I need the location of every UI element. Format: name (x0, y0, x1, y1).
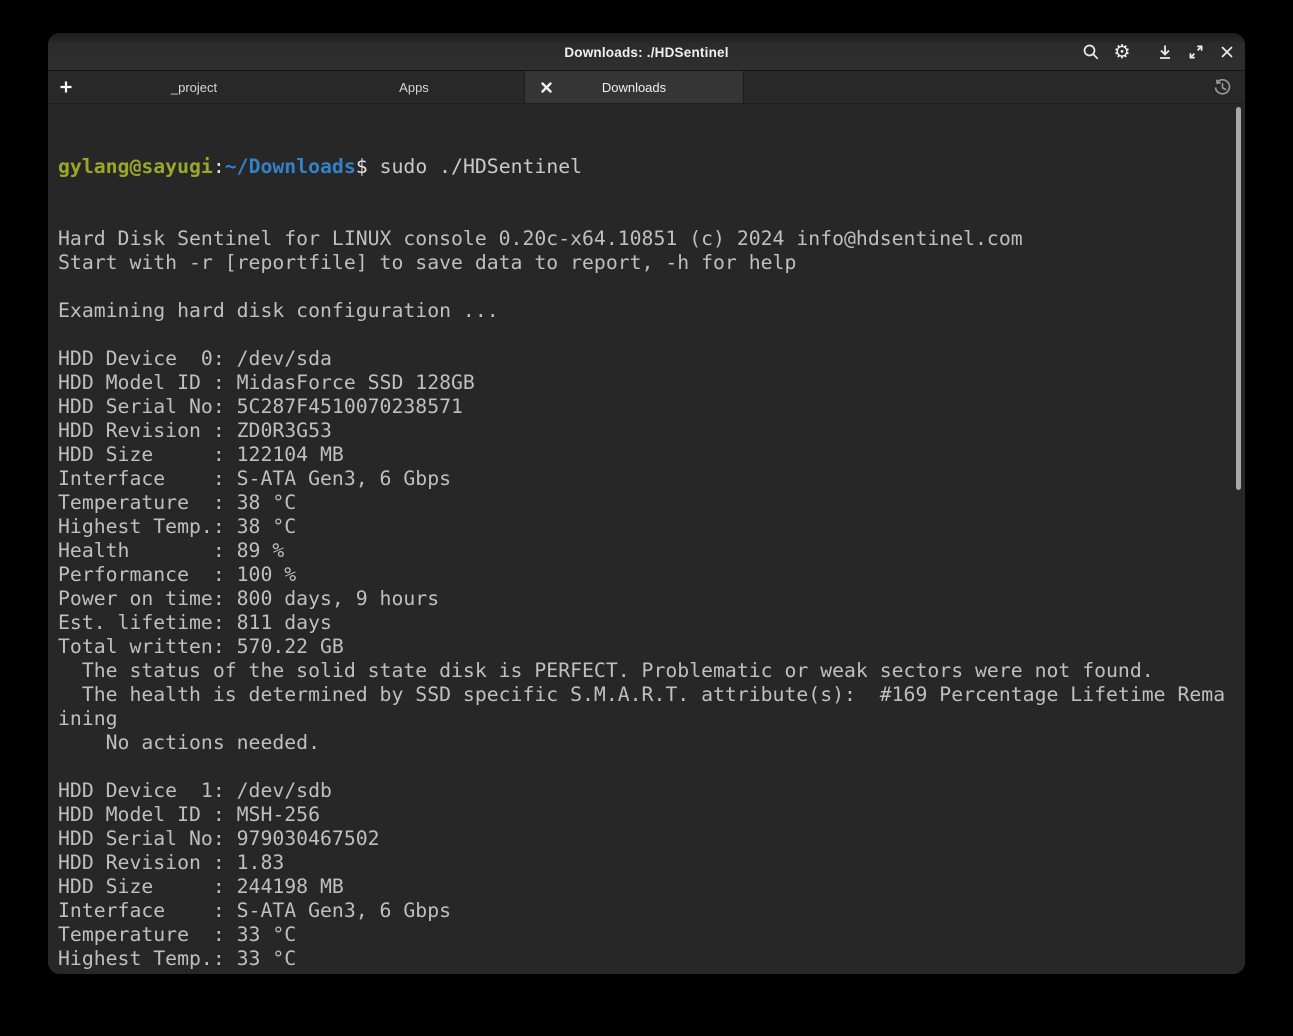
terminal-line (58, 275, 1245, 299)
terminal-line: Interface : S-ATA Gen3, 6 Gbps (58, 467, 1245, 491)
tab-project[interactable]: _project (84, 71, 304, 103)
plus-icon (58, 79, 74, 95)
terminal-line: No actions needed. (58, 731, 1245, 755)
tab-label: Apps (399, 80, 429, 95)
terminal-line: HDD Size : 244198 MB (58, 875, 1245, 899)
gear-icon[interactable]: ⚙ (1113, 43, 1131, 61)
prompt-symbol: $ (356, 155, 368, 178)
close-icon[interactable] (1218, 43, 1236, 61)
prompt-path: ~/Downloads (225, 155, 356, 178)
tab-apps[interactable]: Apps (304, 71, 524, 103)
tab-label: Downloads (602, 80, 666, 95)
tabbar: _project Apps Downloads (48, 71, 1245, 104)
terminal-output: Hard Disk Sentinel for LINUX console 0.2… (58, 227, 1245, 974)
terminal-line: Temperature : 38 °C (58, 491, 1245, 515)
terminal-line: HDD Size : 122104 MB (58, 443, 1245, 467)
tab-downloads[interactable]: Downloads (524, 71, 744, 103)
terminal-line: HDD Model ID : MSH-256 (58, 803, 1245, 827)
new-tab-button[interactable] (48, 71, 84, 103)
terminal-line: HDD Device 0: /dev/sda (58, 347, 1245, 371)
terminal-line: Examining hard disk configuration ... (58, 299, 1245, 323)
prompt-line: gylang@sayugi:~/Downloads$ sudo ./HDSent… (58, 155, 1245, 179)
terminal-line (58, 323, 1245, 347)
terminal[interactable]: gylang@sayugi:~/Downloads$ sudo ./HDSent… (48, 104, 1245, 974)
search-icon[interactable] (1082, 43, 1100, 61)
expand-icon[interactable] (1187, 43, 1205, 61)
terminal-line: Health : 89 % (58, 539, 1245, 563)
prompt-user-host: gylang@sayugi (58, 155, 213, 178)
scrollbar-thumb[interactable] (1236, 107, 1241, 490)
tab-label: _project (171, 80, 217, 95)
terminal-line (58, 755, 1245, 779)
prompt-command: sudo ./HDSentinel (368, 155, 582, 178)
terminal-line: HDD Revision : ZD0R3G53 (58, 419, 1245, 443)
history-icon[interactable] (1205, 71, 1239, 103)
titlebar[interactable]: Downloads: ./HDSentinel ⚙ (48, 33, 1245, 71)
terminal-line: Temperature : 33 °C (58, 923, 1245, 947)
download-icon[interactable] (1156, 43, 1174, 61)
terminal-line: Power on time: 800 days, 9 hours (58, 587, 1245, 611)
terminal-line: HDD Serial No: 5C287F4510070238571 (58, 395, 1245, 419)
terminal-line: HDD Revision : 1.83 (58, 851, 1245, 875)
terminal-line: Highest Temp.: 38 °C (58, 515, 1245, 539)
terminal-line: The health is determined by SSD specific… (58, 683, 1245, 707)
terminal-line: HDD Device 1: /dev/sdb (58, 779, 1245, 803)
terminal-line: HDD Model ID : MidasForce SSD 128GB (58, 371, 1245, 395)
terminal-line: Total written: 570.22 GB (58, 635, 1245, 659)
terminal-line: Start with -r [reportfile] to save data … (58, 251, 1245, 275)
terminal-line: HDD Serial No: 979030467502 (58, 827, 1245, 851)
tab-close-icon[interactable] (538, 79, 554, 95)
terminal-line: ining (58, 707, 1245, 731)
tabbar-spacer (744, 71, 1205, 103)
terminal-window: Downloads: ./HDSentinel ⚙ _project (48, 33, 1245, 974)
prompt-separator: : (213, 155, 225, 178)
terminal-line: Performance : 100 % (58, 563, 1245, 587)
terminal-line: Est. lifetime: 811 days (58, 611, 1245, 635)
titlebar-icons: ⚙ (1082, 33, 1236, 71)
terminal-line: The status of the solid state disk is PE… (58, 659, 1245, 683)
terminal-line: Hard Disk Sentinel for LINUX console 0.2… (58, 227, 1245, 251)
window-title: Downloads: ./HDSentinel (48, 33, 1245, 71)
terminal-line: Highest Temp.: 33 °C (58, 947, 1245, 971)
terminal-line: Interface : S-ATA Gen3, 6 Gbps (58, 899, 1245, 923)
terminal-line: Health : 98 % (58, 971, 1245, 974)
